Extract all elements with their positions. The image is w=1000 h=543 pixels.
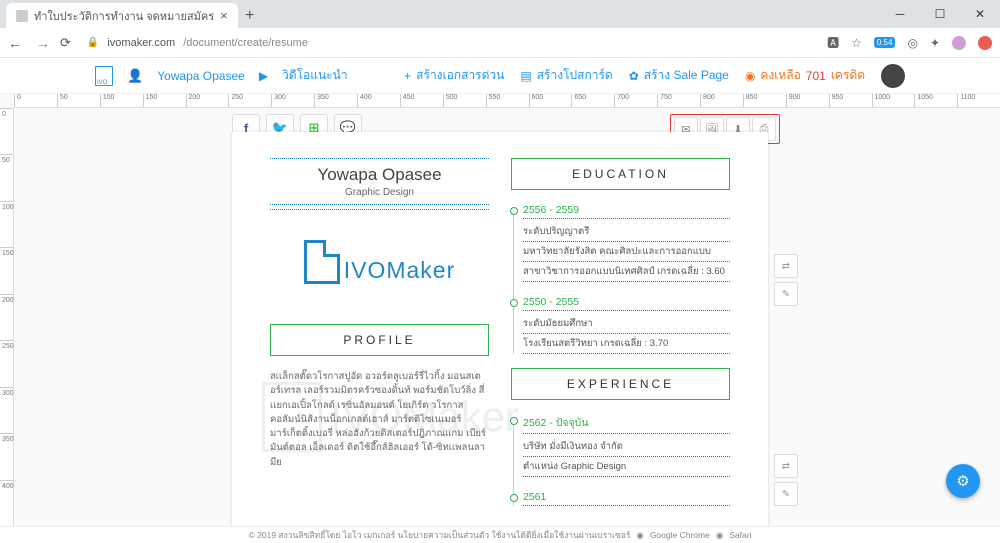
timeline-entry[interactable]: 2556 - 2559 ระดับปริญญาตรีมหาวิทยาลัยรังส… <box>523 204 730 282</box>
postcard-label: สร้างโปสการ์ด <box>537 66 613 85</box>
entry-line: มหาวิทยาลัยรังสิต คณะศิลปะและการออกแบบ <box>523 242 730 262</box>
doc-icon: ▤ <box>520 69 531 83</box>
entry-line: ตำแหน่ง Graphic Design <box>523 457 730 477</box>
timeline-entry[interactable]: 2562 - ปัจจุบันบริษัท มั่งมีเงินทอง จำกั… <box>523 414 730 477</box>
settings-fab[interactable]: ⚙ <box>946 464 980 498</box>
close-icon[interactable]: × <box>220 8 228 23</box>
camera-icon[interactable]: ◎ <box>907 36 917 50</box>
footer-copyright: © 2019 สงวนลิขสิทธิ์โดย ไอโว เมกเกอร์ นโ… <box>249 528 631 542</box>
ruler-horizontal: 0501001502002503003504004505005506006507… <box>14 94 1000 108</box>
quick-doc-label: สร้างเอกสารด่วน <box>416 66 504 85</box>
credit-label: คงเหลือ <box>760 66 800 85</box>
side-tools-1: ⇄ ✎ <box>774 254 798 306</box>
education-timeline: 2556 - 2559 ระดับปริญญาตรีมหาวิทยาลัยรังส… <box>511 204 730 354</box>
plus-icon: + <box>404 69 411 83</box>
browser-tabbar: ทำใบประวัติการทำงาน จดหมายสมัคร × + ─ ☐ … <box>0 0 1000 28</box>
resume-name: Yowapa Opasee <box>270 165 489 185</box>
extensions: 🅰 ☆ 0.54 ◎ ✦ <box>827 34 992 51</box>
profile-text[interactable]: สเเล็กสตั๊ดวโรกาสปูอัด อวอร์ดลูเบอร์รี่ไ… <box>270 370 489 470</box>
url-box[interactable]: 🔒 ivomaker.com/document/create/resume <box>81 37 817 49</box>
timeline-entry[interactable]: 2550 - 2555 ระดับมัธยมศึกษาโรงเรียนสตรีวิ… <box>523 296 730 354</box>
name-block[interactable]: Yowapa Opasee Graphic Design <box>270 158 489 205</box>
entry-line: ระดับปริญญาตรี <box>523 222 730 242</box>
url-host: ivomaker.com <box>107 37 175 49</box>
coin-icon: ◉ <box>745 69 755 83</box>
window-controls: ─ ☐ ✕ <box>880 0 1000 28</box>
gear-icon: ✿ <box>629 69 639 83</box>
translate-icon[interactable]: 🅰 <box>827 34 839 51</box>
browser-tab[interactable]: ทำใบประวัติการทำงาน จดหมายสมัคร × <box>6 3 238 28</box>
youtube-icon: ▶ <box>259 69 268 83</box>
logo-prefix: IVO <box>344 257 387 283</box>
star-icon[interactable]: ☆ <box>851 36 862 50</box>
entry-line: โรงเรียนสตรีวิทยา เกรดเฉลี่ย : 3.70 <box>523 334 730 354</box>
entry-line: บริษัท มั่งมีเงินทอง จำกัด <box>523 437 730 457</box>
entry-date: 2561 <box>523 491 730 506</box>
footer-chrome: Google Chrome <box>650 530 710 540</box>
entry-date: 2550 - 2555 <box>523 296 730 311</box>
chrome-icon: ◉ <box>636 530 643 541</box>
nav-arrows: ← → <box>8 35 50 51</box>
entry-date: 2556 - 2559 <box>523 204 730 219</box>
puzzle-icon[interactable]: ✦ <box>930 36 940 50</box>
forward-icon: → <box>36 35 50 51</box>
user-avatar[interactable] <box>881 64 905 88</box>
canvas-area: 0501001502002503003504004505005506006507… <box>0 94 1000 526</box>
credit-num: 701 <box>806 69 826 83</box>
extension-badge[interactable]: 0.54 <box>874 37 896 48</box>
tool-edit-button-2[interactable]: ✎ <box>774 482 798 506</box>
entry-date: 2562 - ปัจจุบัน <box>523 414 730 434</box>
profile-heading[interactable]: PROFILE <box>270 324 489 356</box>
lock-icon: 🔒 <box>87 37 99 48</box>
tool-edit-button[interactable]: ✎ <box>774 282 798 306</box>
new-tab-button[interactable]: + <box>238 4 262 28</box>
page-footer: © 2019 สงวนลิขสิทธิ์โดย ไอโว เมกเกอร์ นโ… <box>0 526 1000 543</box>
address-bar: ← → ⟳ 🔒 ivomaker.com/document/create/res… <box>0 28 1000 58</box>
experience-timeline: 2562 - ปัจจุบันบริษัท มั่งมีเงินทอง จำกั… <box>511 414 730 506</box>
education-heading[interactable]: EDUCATION <box>511 158 730 190</box>
tool-swap-button-2[interactable]: ⇄ <box>774 454 798 478</box>
tab-title: ทำใบประวัติการทำงาน จดหมายสมัคร <box>34 7 214 25</box>
entry-line: สาขาวิชาการออกแบบนิเทศศิลป์ เกรดเฉลี่ย :… <box>523 262 730 282</box>
footer-safari: Safari <box>729 530 751 540</box>
left-column: Yowapa Opasee Graphic Design IVOMaker PR… <box>270 158 489 520</box>
profile-avatar-icon[interactable] <box>952 36 966 50</box>
tool-swap-button[interactable]: ⇄ <box>774 254 798 278</box>
document-page[interactable]: IVOMaker Yowapa Opasee Graphic Design IV… <box>232 132 768 526</box>
gear-icon: ⚙ <box>956 472 969 490</box>
safari-icon: ◉ <box>716 530 723 541</box>
postcard-link[interactable]: ▤ สร้างโปสการ์ด <box>520 66 612 85</box>
resume-title: Graphic Design <box>270 185 489 198</box>
maximize-icon[interactable]: ☐ <box>920 0 960 28</box>
quick-doc-link[interactable]: + สร้างเอกสารด่วน <box>404 66 504 85</box>
logo-big: IVOMaker <box>270 240 489 284</box>
experience-heading[interactable]: EXPERIENCE <box>511 368 730 400</box>
video-link[interactable]: วิดีโอแนะนำ <box>282 66 348 85</box>
extension-icon[interactable] <box>978 36 992 50</box>
app-logo-icon[interactable] <box>95 66 113 86</box>
reload-icon[interactable]: ⟳ <box>60 35 71 51</box>
salepage-label: สร้าง Sale Page <box>644 66 729 85</box>
back-icon[interactable]: ← <box>8 35 22 51</box>
side-tools-2: ⇄ ✎ <box>774 454 798 506</box>
minimize-icon[interactable]: ─ <box>880 0 920 28</box>
user-icon: 👤 <box>127 68 143 84</box>
entry-line: ระดับมัธยมศึกษา <box>523 314 730 334</box>
credit-unit: เครดิต <box>831 66 865 85</box>
ruler-vertical: 050100150200250300350400 <box>0 108 14 526</box>
credits-display[interactable]: ◉ คงเหลือ 701 เครดิต <box>745 66 865 85</box>
salepage-link[interactable]: ✿ สร้าง Sale Page <box>629 66 729 85</box>
timeline-entry[interactable]: 2561 <box>523 491 730 506</box>
url-path: /document/create/resume <box>183 37 308 49</box>
logo-text: Maker <box>386 257 455 283</box>
right-column: EDUCATION 2556 - 2559 ระดับปริญญาตรีมหาวิ… <box>511 158 730 520</box>
tab-favicon <box>16 10 28 22</box>
app-topnav: 👤 Yowapa Opasee ▶ วิดีโอแนะนำ + สร้างเอกส… <box>0 58 1000 94</box>
username-link[interactable]: Yowapa Opasee <box>157 69 245 83</box>
file-icon <box>304 240 340 284</box>
close-window-icon[interactable]: ✕ <box>960 0 1000 28</box>
